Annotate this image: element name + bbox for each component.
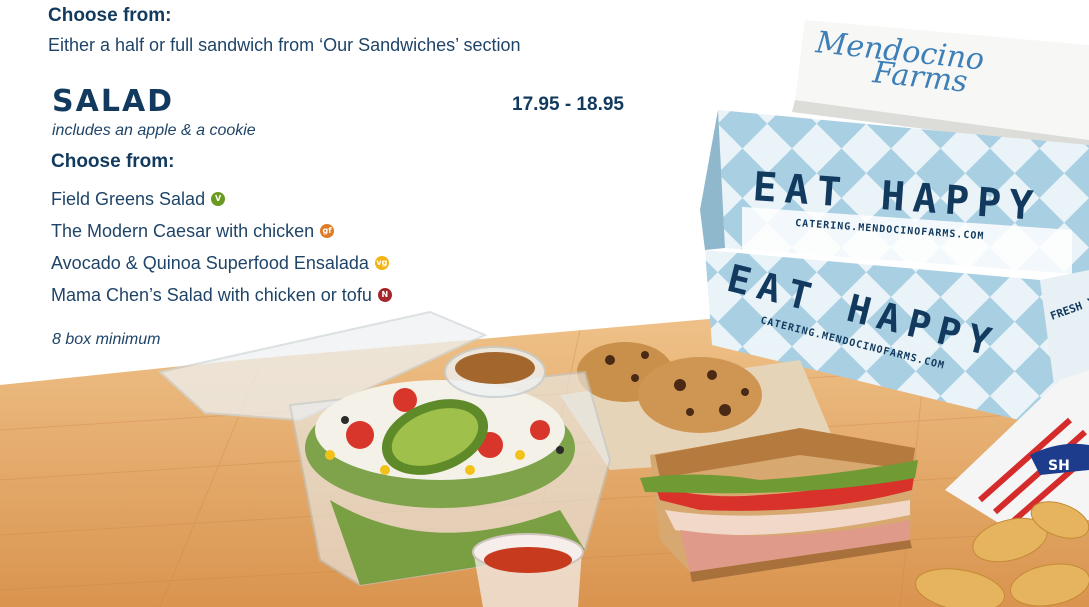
svg-text:Farms: Farms — [870, 55, 969, 100]
salad-subtitle: includes an apple & a cookie — [52, 122, 256, 139]
sandwich — [640, 428, 918, 582]
salad-container — [288, 346, 612, 587]
salad-choose-heading: Choose from: — [51, 151, 175, 172]
list-item: Mama Chen’s Salad with chicken or tofu N — [51, 279, 392, 311]
gluten-free-badge-icon: gf — [320, 224, 335, 238]
list-item: The Modern Caesar with chicken gf — [51, 215, 392, 247]
potato-chips — [915, 501, 1089, 607]
top-catering-box: Mendocino Farms — [792, 20, 1089, 150]
salad-price: 17.95 - 18.95 — [512, 94, 624, 115]
nuts-badge-icon: N — [377, 288, 392, 302]
salad-title: SALAD — [52, 84, 175, 119]
svg-text:FRESH YOU GO: FRESH YOU GO — [1049, 283, 1089, 323]
vegetarian-badge-icon: V — [211, 192, 226, 206]
svg-text:CATERING.MENDOCINOFARMS.COM: CATERING.MENDOCINOFARMS.COM — [759, 315, 946, 372]
cookie — [638, 357, 762, 433]
svg-text:SH: SH — [1048, 458, 1070, 474]
salad-option-label: Mama Chen’s Salad with chicken or tofu — [51, 285, 372, 305]
list-item: Field Greens Salad V — [51, 183, 392, 215]
minimum-order-note: 8 box minimum — [52, 331, 161, 348]
svg-text:CATERING.MENDOCINOFARMS.COM: CATERING.MENDOCINOFARMS.COM — [795, 218, 985, 242]
napkin — [560, 360, 840, 470]
salad-option-label: Avocado & Quinoa Superfood Ensalada — [51, 253, 369, 273]
lower-catering-box: EAT HAPPY CATERING.MENDOCINOFARMS.COM FR… — [705, 250, 1089, 430]
salad-option-label: Field Greens Salad — [51, 189, 206, 209]
cookie — [577, 342, 673, 402]
wood-counter — [0, 300, 1089, 607]
list-item: Avocado & Quinoa Superfood Ensalada vg — [51, 247, 392, 279]
salad-options-list: Field Greens Salad V The Modern Caesar w… — [51, 183, 392, 311]
container-lid — [157, 310, 488, 422]
svg-text:EAT HAPPY: EAT HAPPY — [723, 256, 1003, 366]
dressing-cup — [472, 533, 584, 607]
vegan-badge-icon: vg — [374, 256, 389, 270]
svg-text:EAT HAPPY: EAT HAPPY — [751, 164, 1042, 230]
sandwich-choose-heading: Choose from: — [48, 5, 172, 26]
chip-bag: SH — [945, 370, 1089, 530]
middle-catering-box: EAT HAPPY CATERING.MENDOCINOFARMS.COM — [700, 110, 1089, 310]
brand-logo: Mendocino — [813, 25, 986, 78]
salad-option-label: The Modern Caesar with chicken — [51, 221, 315, 241]
sandwich-description: Either a half or full sandwich from ‘Our… — [48, 35, 521, 55]
